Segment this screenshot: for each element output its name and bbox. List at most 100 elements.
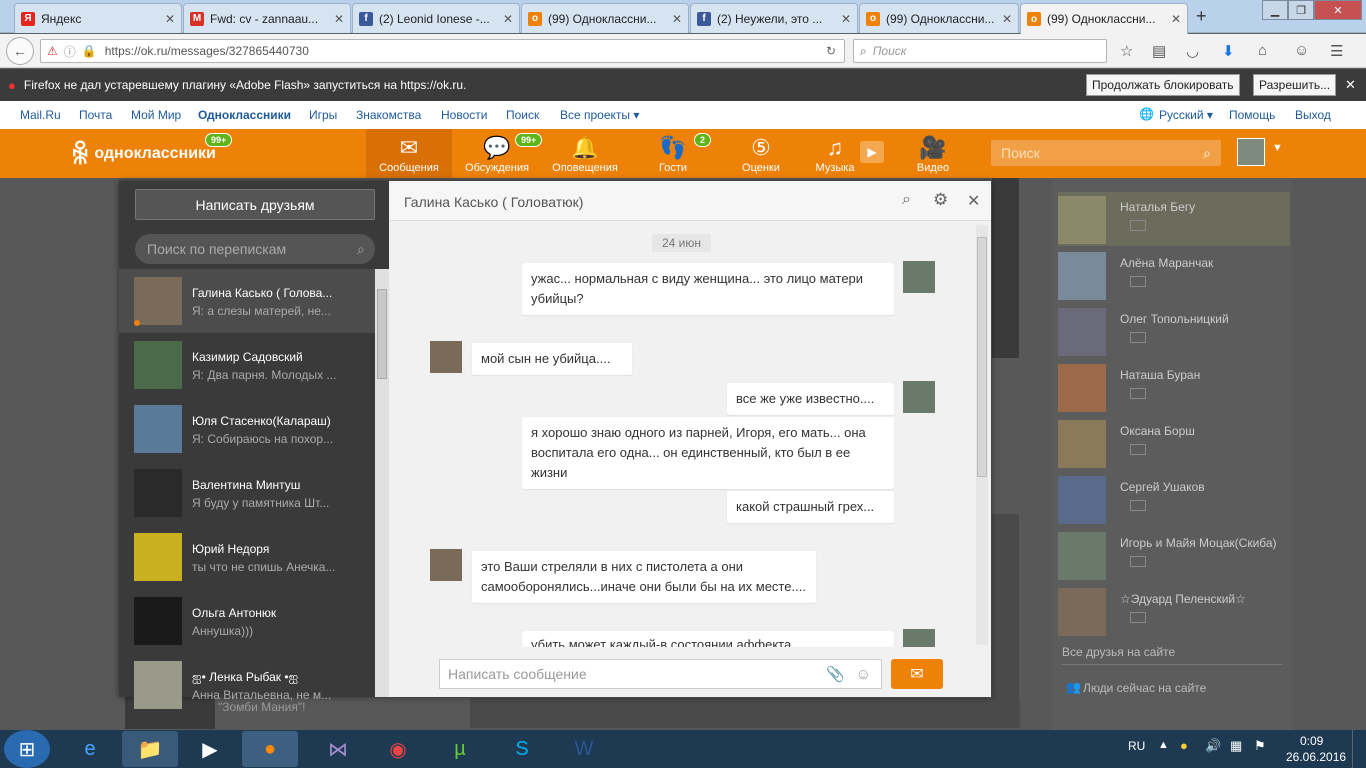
network-icon[interactable]: ▦ bbox=[1230, 738, 1242, 754]
url-text[interactable]: https://ok.ru/messages/327865440730 bbox=[105, 44, 309, 58]
envelope-icon[interactable] bbox=[1130, 220, 1146, 231]
tray-app-icon[interactable]: ● bbox=[1180, 738, 1188, 753]
download-icon[interactable]: ⬇ bbox=[1222, 42, 1235, 60]
envelope-icon[interactable] bbox=[1130, 388, 1146, 399]
tab-facebook-2[interactable]: f (2) Неужели, это ... ✕ bbox=[690, 3, 858, 33]
ok-search-input[interactable]: Поиск ⌕ bbox=[991, 140, 1221, 166]
portal-link-games[interactable]: Игры bbox=[309, 108, 337, 122]
tab-gmail[interactable]: M Fwd: cv - zannaau... ✕ bbox=[183, 3, 351, 33]
avatar[interactable] bbox=[1237, 138, 1265, 166]
library-icon[interactable]: ▤ bbox=[1152, 42, 1166, 60]
message-input[interactable]: Написать сообщение 📎 ☺ bbox=[439, 659, 882, 689]
friend-item[interactable]: ☆Эдуард Пеленский☆ bbox=[1058, 588, 1288, 640]
help-link[interactable]: Помощь bbox=[1229, 108, 1275, 122]
close-icon[interactable]: ✕ bbox=[1345, 77, 1356, 93]
sidebar-scrollbar[interactable] bbox=[375, 269, 389, 697]
envelope-icon[interactable] bbox=[1130, 444, 1146, 455]
scrollbar-thumb[interactable] bbox=[977, 237, 987, 477]
friend-item[interactable]: Игорь и Майя Моцак(Скиба) bbox=[1058, 532, 1288, 584]
new-tab-button[interactable]: + bbox=[1196, 6, 1207, 27]
nav-notifications[interactable]: 🔔 Оповещения bbox=[542, 129, 628, 178]
skype-icon[interactable]: S bbox=[494, 731, 550, 767]
word-icon[interactable]: W bbox=[556, 731, 612, 767]
portal-link-search[interactable]: Поиск bbox=[506, 108, 539, 122]
browser-search-input[interactable]: ⌕ Поиск bbox=[853, 39, 1107, 63]
smiley-icon[interactable]: ☺ bbox=[856, 666, 871, 683]
friend-item[interactable]: Алёна Маранчак bbox=[1058, 252, 1288, 304]
portal-link-all-projects[interactable]: Все проекты ▾ bbox=[560, 108, 639, 122]
nav-video[interactable]: 🎥 Видео bbox=[890, 129, 976, 178]
portal-link-mail[interactable]: Почта bbox=[79, 108, 112, 122]
friend-item[interactable]: Сергей Ушаков bbox=[1058, 476, 1288, 528]
home-icon[interactable]: ⌂ bbox=[1258, 42, 1267, 59]
back-icon[interactable]: ← bbox=[6, 37, 34, 65]
envelope-icon[interactable] bbox=[1130, 500, 1146, 511]
search-icon[interactable]: ⌕ bbox=[902, 191, 911, 209]
envelope-icon[interactable] bbox=[1130, 332, 1146, 343]
scrollbar-thumb[interactable] bbox=[377, 289, 387, 379]
paperclip-icon[interactable]: 📎 bbox=[826, 665, 845, 683]
avatar[interactable] bbox=[903, 629, 935, 647]
friend-item[interactable]: Наташа Буран bbox=[1058, 364, 1288, 416]
friend-item[interactable]: Наталья Бегу bbox=[1058, 196, 1288, 248]
friend-item[interactable]: Оксана Борш bbox=[1058, 420, 1288, 472]
all-friends-link[interactable]: Все друзья на сайте bbox=[1062, 645, 1175, 659]
flag-icon[interactable]: ⚑ bbox=[1254, 738, 1266, 754]
explorer-icon[interactable]: 📁 bbox=[122, 731, 178, 767]
nav-messages[interactable]: ✉ Сообщения bbox=[366, 129, 452, 178]
close-icon[interactable]: ✕ bbox=[165, 12, 175, 26]
chat-scrollbar[interactable] bbox=[976, 225, 988, 645]
bookmark-star-icon[interactable]: ☆ bbox=[1120, 42, 1133, 60]
close-icon[interactable]: ✕ bbox=[1002, 12, 1012, 26]
media-player-icon[interactable]: ▶ bbox=[182, 731, 238, 767]
maximize-button[interactable]: ❐ bbox=[1288, 0, 1314, 20]
friend-item[interactable]: Олег Топольницкий bbox=[1058, 308, 1288, 360]
search-icon[interactable]: ⌕ bbox=[1203, 145, 1211, 162]
chat-title[interactable]: Галина Касько ( Головатюк) bbox=[404, 194, 583, 210]
avatar[interactable] bbox=[430, 341, 462, 373]
send-button[interactable]: ✉ bbox=[891, 659, 943, 689]
close-icon[interactable]: ✕ bbox=[967, 191, 980, 211]
show-desktop-button[interactable] bbox=[1352, 730, 1366, 768]
firefox-icon[interactable]: ● bbox=[242, 731, 298, 767]
volume-icon[interactable]: 🔊 bbox=[1205, 738, 1221, 754]
start-button[interactable]: ⊞ bbox=[4, 730, 50, 768]
close-icon[interactable]: ✕ bbox=[334, 12, 344, 26]
hello-icon[interactable]: ☺ bbox=[1294, 42, 1309, 59]
conversation-search-input[interactable]: Поиск по перепискам ⌕ bbox=[135, 234, 375, 264]
utorrent-icon[interactable]: µ bbox=[432, 731, 488, 767]
tab-yandex[interactable]: Я Яндекс ✕ bbox=[14, 3, 182, 33]
search-icon[interactable]: ⌕ bbox=[357, 241, 365, 258]
conversation-item[interactable]: ஐ• Ленка Рыбак •ஐ Анна Витальевна, не м.… bbox=[119, 653, 375, 717]
avatar[interactable] bbox=[903, 261, 935, 293]
allow-button[interactable]: Разрешить... bbox=[1253, 74, 1337, 96]
info-icon[interactable]: ⓘ bbox=[64, 43, 76, 60]
chrome-icon[interactable]: ◉ bbox=[370, 731, 426, 767]
avatar[interactable] bbox=[903, 381, 935, 413]
write-friends-button[interactable]: Написать друзьям bbox=[135, 189, 375, 220]
portal-link-ok[interactable]: Одноклассники bbox=[198, 108, 291, 122]
tab-ok-active[interactable]: о (99) Одноклассни... ✕ bbox=[1020, 3, 1188, 34]
people-online-link[interactable]: Люди сейчас на сайте bbox=[1083, 681, 1206, 695]
language-indicator[interactable]: RU bbox=[1128, 739, 1145, 753]
conversation-item[interactable]: Галина Касько ( Голова... Я: а слезы мат… bbox=[119, 269, 375, 333]
menu-icon[interactable]: ☰ bbox=[1330, 42, 1343, 60]
portal-link-news[interactable]: Новости bbox=[441, 108, 487, 122]
close-icon[interactable]: ✕ bbox=[503, 12, 513, 26]
conversation-item[interactable]: Юля Стасенко(Калараш) Я: Собираюсь на по… bbox=[119, 397, 375, 461]
play-icon[interactable]: ▶ bbox=[860, 141, 884, 163]
continue-blocking-button[interactable]: Продолжать блокировать bbox=[1086, 74, 1240, 96]
clock-date[interactable]: 26.06.2016 bbox=[1286, 750, 1346, 764]
plugin-blocked-icon[interactable]: ⚠ bbox=[47, 44, 58, 58]
conversation-item[interactable]: Ольга Антонюк Аннушка))) bbox=[119, 589, 375, 653]
clock-time[interactable]: 0:09 bbox=[1300, 734, 1323, 748]
ie-icon[interactable]: e bbox=[62, 731, 118, 767]
envelope-icon[interactable] bbox=[1130, 276, 1146, 287]
envelope-icon[interactable] bbox=[1130, 556, 1146, 567]
url-bar[interactable]: ⚠ ⓘ 🔒 https://ok.ru/messages/32786544073… bbox=[40, 39, 845, 63]
pocket-icon[interactable]: ◡ bbox=[1186, 42, 1199, 60]
portal-link-mailru[interactable]: Mail.Ru bbox=[20, 108, 61, 122]
portal-link-mymir[interactable]: Мой Мир bbox=[131, 108, 181, 122]
reload-icon[interactable]: ↻ bbox=[826, 44, 836, 58]
tray-up-icon[interactable]: ▲ bbox=[1158, 739, 1169, 751]
